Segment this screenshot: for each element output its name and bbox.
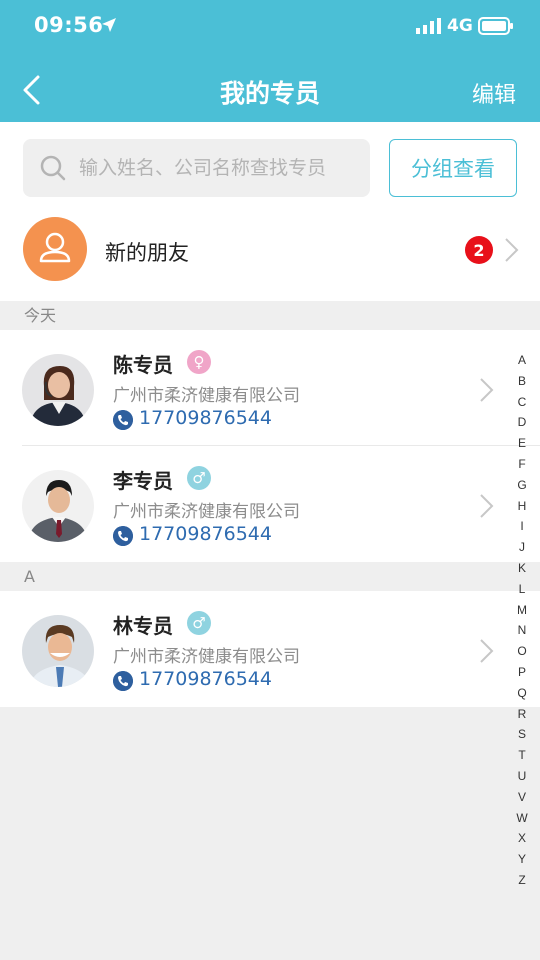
signal-icon [416,18,441,34]
search-icon [40,155,66,181]
female-avatar-image [22,354,94,426]
index-letter-j[interactable]: J [510,537,534,558]
new-friends-row[interactable]: 新的朋友 2 [0,210,540,301]
index-letter-y[interactable]: Y [510,849,534,870]
chevron-right-icon [505,238,519,262]
index-letter-c[interactable]: C [510,392,534,413]
status-time: 09:56 [34,13,104,37]
contact-row[interactable]: 陈专员 ♀ 广州市柔济健康有限公司 17709876544 [0,330,540,446]
contact-company: 广州市柔济健康有限公司 [113,647,300,667]
male-icon: ♂ [187,611,211,635]
index-letter-m[interactable]: M [510,600,534,621]
contact-row[interactable]: 林专员 ♂ 广州市柔济健康有限公司 17709876544 [0,591,540,707]
page-title: 我的专员 [219,79,320,108]
female-icon: ♀ [187,350,211,374]
index-letter-e[interactable]: E [510,433,534,454]
app-header: 09:56 4G 我的专员 编辑 [0,0,540,122]
section-header-today: 今天 [0,301,540,330]
avatar [22,470,94,542]
alphabet-index[interactable]: ABCDEFGHIJKLMNOPQRSTUVWXYZ [510,350,534,891]
section-header-a: A [0,562,540,591]
avatar [22,615,94,687]
contact-phone[interactable]: 17709876544 [139,407,272,429]
new-friends-label: 新的朋友 [105,241,189,265]
contact-name: 陈专员 [113,353,173,377]
index-letter-f[interactable]: F [510,454,534,475]
index-letter-b[interactable]: B [510,371,534,392]
phone-icon [113,526,133,546]
new-friends-avatar [23,217,87,281]
contact-phone[interactable]: 17709876544 [139,523,272,545]
phone-icon [113,410,133,430]
index-letter-r[interactable]: R [510,704,534,725]
index-letter-k[interactable]: K [510,558,534,579]
edit-button[interactable]: 编辑 [472,77,516,109]
index-letter-d[interactable]: D [510,412,534,433]
search-box[interactable] [23,139,370,197]
contact-company: 广州市柔济健康有限公司 [113,502,300,522]
contact-name: 李专员 [113,469,173,493]
search-area: 分组查看 [0,122,540,210]
location-arrow-icon [102,18,116,32]
index-letter-u[interactable]: U [510,766,534,787]
status-bar: 09:56 4G [0,0,540,54]
avatar [22,354,94,426]
male-avatar-image [22,615,94,687]
index-letter-l[interactable]: L [510,579,534,600]
index-letter-n[interactable]: N [510,620,534,641]
contact-company: 广州市柔济健康有限公司 [113,386,300,406]
contact-row[interactable]: 李专员 ♂ 广州市柔济健康有限公司 17709876544 [0,446,540,562]
contact-phone[interactable]: 17709876544 [139,668,272,690]
index-letter-q[interactable]: Q [510,683,534,704]
index-letter-x[interactable]: X [510,828,534,849]
chevron-right-icon [480,639,494,663]
index-letter-o[interactable]: O [510,641,534,662]
index-letter-t[interactable]: T [510,745,534,766]
battery-icon [478,17,513,35]
chevron-right-icon [480,378,494,402]
new-friends-badge: 2 [465,236,493,264]
index-letter-p[interactable]: P [510,662,534,683]
index-letter-i[interactable]: I [510,516,534,537]
chevron-right-icon [480,494,494,518]
index-letter-h[interactable]: H [510,496,534,517]
phone-icon [113,671,133,691]
index-letter-a[interactable]: A [510,350,534,371]
index-letter-s[interactable]: S [510,724,534,745]
index-letter-w[interactable]: W [510,808,534,829]
contact-name: 林专员 [113,614,173,638]
male-avatar-image [22,470,94,542]
person-icon [39,232,71,263]
search-input[interactable] [79,139,359,197]
index-letter-g[interactable]: G [510,475,534,496]
network-type: 4G [447,16,473,36]
male-icon: ♂ [187,466,211,490]
group-view-button[interactable]: 分组查看 [389,139,517,197]
index-letter-z[interactable]: Z [510,870,534,891]
index-letter-v[interactable]: V [510,787,534,808]
